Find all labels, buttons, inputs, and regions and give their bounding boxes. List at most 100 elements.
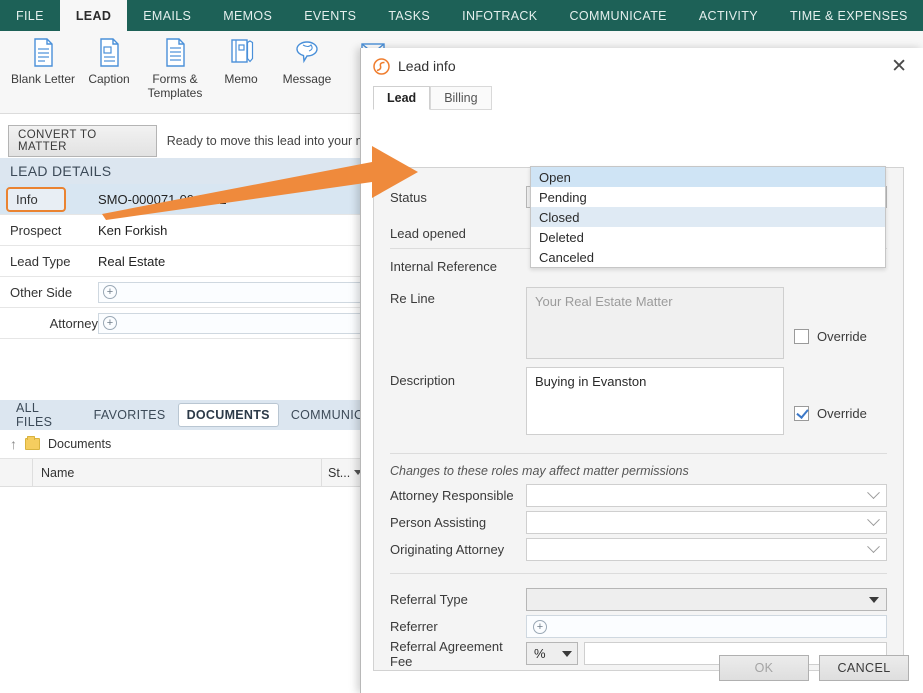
- lead-details-list: Info SMO-000071-09.2022 - Prospect Ken F…: [0, 184, 380, 339]
- internal-reference-label: Internal Reference: [390, 258, 497, 274]
- originating-attorney-label: Originating Attorney: [390, 542, 505, 557]
- info-highlight-chip[interactable]: Info: [6, 186, 66, 212]
- ribbon-tab-file[interactable]: FILE: [0, 0, 60, 31]
- ok-button[interactable]: OK: [719, 655, 809, 681]
- roles-permission-note: Changes to these roles may affect matter…: [390, 464, 689, 478]
- ribbon-tab-communicate[interactable]: COMMUNICATE: [554, 0, 683, 31]
- ribbon-button-label: Memo: [224, 72, 258, 86]
- re-line-textarea[interactable]: Your Real Estate Matter: [526, 287, 784, 359]
- ribbon-tab-label: LEAD: [75, 8, 112, 23]
- ribbon-tab-emails[interactable]: EMAILS: [127, 0, 207, 31]
- referral-fee-label: Referral Agreement Fee: [390, 638, 503, 669]
- dialog-title-bar: Lead info ✕: [361, 48, 923, 84]
- chevron-down-icon[interactable]: [869, 596, 879, 603]
- ribbon-tab-tasks[interactable]: TASKS: [372, 0, 446, 31]
- up-arrow-icon[interactable]: ↑: [10, 436, 17, 452]
- attorney-add-field[interactable]: +: [98, 312, 374, 334]
- lead-opened-label: Lead opened: [390, 225, 466, 241]
- folder-icon: [25, 436, 40, 450]
- lead-detail-row-info[interactable]: Info SMO-000071-09.2022 -: [0, 184, 380, 215]
- ribbon-tab-label: EMAILS: [143, 8, 192, 23]
- cancel-button[interactable]: CANCEL: [819, 655, 909, 681]
- lead-detail-value-lead-type: Real Estate: [98, 253, 166, 269]
- dialog-tab-lead[interactable]: Lead: [373, 86, 431, 110]
- ribbon-tab-label: COMMUNICATE: [569, 8, 667, 23]
- lead-detail-row-prospect[interactable]: Prospect Ken Forkish: [0, 215, 380, 246]
- breadcrumb-label: Documents: [48, 437, 112, 451]
- lead-detail-key: Attorney: [49, 315, 98, 331]
- convert-hint-text: Ready to move this lead into your matt: [166, 134, 380, 148]
- person-assisting-select[interactable]: [526, 511, 887, 534]
- ribbon-tab-activity[interactable]: ACTIVITY: [683, 0, 774, 31]
- close-icon[interactable]: ✕: [885, 55, 913, 78]
- plus-circle-icon[interactable]: +: [533, 619, 547, 634]
- attorney-responsible-label: Attorney Responsible: [390, 488, 514, 503]
- chevron-down-icon: [867, 540, 880, 554]
- status-option-open[interactable]: Open: [531, 167, 885, 187]
- referrer-label: Referrer: [390, 619, 438, 634]
- ribbon-button-label: Caption: [88, 72, 130, 86]
- originating-attorney-select[interactable]: [526, 538, 887, 561]
- ribbon-tab-events[interactable]: EVENTS: [288, 0, 372, 31]
- lead-info-dialog: Lead info ✕ Lead Billing Status Open Lea…: [360, 48, 923, 693]
- status-option-pending[interactable]: Pending: [531, 187, 885, 207]
- lead-detail-row-lead-type[interactable]: Lead Type Real Estate: [0, 246, 380, 277]
- status-option-canceled[interactable]: Canceled: [531, 247, 885, 267]
- status-option-deleted[interactable]: Deleted: [531, 227, 885, 247]
- lead-detail-key: Lead Type: [10, 253, 71, 269]
- ribbon-tab-time-expenses[interactable]: TIME & EXPENSES: [774, 0, 923, 31]
- status-option-closed[interactable]: Closed: [531, 207, 885, 227]
- status-label: Status: [390, 189, 427, 205]
- ribbon-tab-memos[interactable]: MEMOS: [207, 0, 288, 31]
- ribbon-button-label: Forms & Templates: [147, 72, 203, 100]
- files-tab-favorites[interactable]: FAVORITES: [86, 404, 174, 426]
- ribbon-tab-label: ACTIVITY: [698, 8, 758, 23]
- referral-fee-unit-value: %: [534, 646, 546, 661]
- convert-to-matter-button[interactable]: CONVERT TO MATTER: [8, 125, 157, 157]
- status-dropdown-list: Open Pending Closed Deleted Canceled: [530, 166, 886, 268]
- file-column-name[interactable]: Name: [33, 458, 322, 487]
- description-label: Description: [390, 373, 456, 388]
- dialog-tab-billing[interactable]: Billing: [430, 86, 492, 110]
- ribbon-button-caption[interactable]: Caption: [76, 31, 142, 86]
- lead-detail-key: Other Side: [10, 284, 73, 300]
- ribbon-button-memo[interactable]: Memo: [208, 31, 274, 86]
- ribbon-tab-label: MEMOS: [223, 8, 273, 23]
- file-column-select: [0, 458, 33, 487]
- chevron-down-icon: [867, 513, 880, 527]
- lead-detail-row-attorney[interactable]: Attorney +: [0, 308, 380, 339]
- referrer-add-field[interactable]: +: [526, 615, 887, 638]
- app-logo-icon: [373, 57, 390, 75]
- ribbon-button-label: Message: [282, 72, 332, 86]
- re-line-override-label: Override: [817, 328, 867, 344]
- referral-type-select[interactable]: [526, 588, 887, 611]
- ribbon-tab-lead[interactable]: LEAD: [59, 0, 128, 31]
- ribbon-tab-infotrack[interactable]: INFOTRACK: [446, 0, 553, 31]
- chevron-down-icon[interactable]: [562, 650, 572, 657]
- field-row-originating-attorney: Originating Attorney: [374, 536, 903, 563]
- lead-detail-row-other-side[interactable]: Other Side +: [0, 277, 380, 308]
- plus-circle-icon[interactable]: +: [103, 316, 117, 330]
- other-side-add-field[interactable]: +: [98, 281, 374, 303]
- convert-to-matter-strip: CONVERT TO MATTER Ready to move this lea…: [0, 125, 380, 157]
- ribbon-tab-label: TASKS: [388, 8, 431, 23]
- re-line-override-checkbox[interactable]: [794, 328, 809, 344]
- dialog-title: Lead info: [398, 58, 456, 74]
- attorney-responsible-select[interactable]: [526, 484, 887, 507]
- lead-detail-value-prospect: Ken Forkish: [98, 222, 168, 238]
- divider: [390, 573, 887, 574]
- description-override-checkbox[interactable]: [794, 405, 809, 421]
- file-list-body: [0, 487, 380, 693]
- caption-document-icon: [93, 36, 125, 69]
- description-textarea[interactable]: Buying in Evanston: [526, 367, 784, 435]
- files-tab-documents[interactable]: DOCUMENTS: [177, 403, 279, 427]
- plus-circle-icon[interactable]: +: [103, 285, 117, 299]
- ribbon-button-forms-templates[interactable]: Forms & Templates: [142, 31, 208, 100]
- referral-fee-unit-select[interactable]: %: [526, 642, 578, 665]
- ribbon-button-message[interactable]: Message: [274, 31, 340, 86]
- lead-detail-value-info: SMO-000071-09.2022 -: [98, 191, 235, 207]
- referral-type-label: Referral Type: [390, 592, 468, 607]
- ribbon-tab-label: FILE: [16, 8, 44, 23]
- files-tab-all-files[interactable]: ALL FILES: [8, 397, 82, 433]
- ribbon-button-blank-letter[interactable]: Blank Letter: [10, 31, 76, 86]
